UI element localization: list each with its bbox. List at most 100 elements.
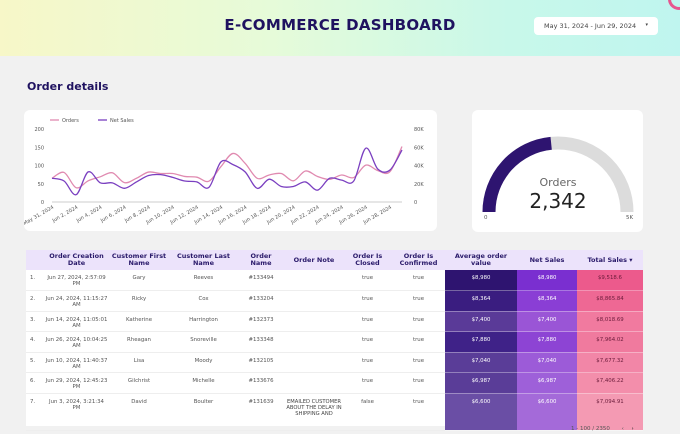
column-header[interactable]: Total Sales ▾ <box>577 250 643 270</box>
cell-idx: 4. <box>26 331 45 353</box>
cell-total: $7,677.32 <box>577 352 643 373</box>
cell-net: $8,980 <box>517 270 577 291</box>
cell-idx: 5. <box>26 352 45 373</box>
cell-closed: true <box>343 352 392 373</box>
cell-avg: $7,880 <box>445 331 517 353</box>
cell-date: Jun 24, 2024, 11:15:27 AM <box>45 290 108 312</box>
column-header: Order Is Confirmed <box>392 250 445 270</box>
table-row[interactable]: 5. Jun 10, 2024, 11:40:37 AM Lisa Moody #132… <box>26 352 643 373</box>
cell-confirmed: true <box>392 393 445 431</box>
cell-avg: $8,364 <box>445 290 517 312</box>
line-chart-card: 0 50 100 150 200 0 20K 40K 60K 80K May 31, 2024 Jun… <box>22 110 437 231</box>
cell-confirmed: true <box>392 352 445 373</box>
cell-last: Snoreville <box>170 331 237 353</box>
table-row[interactable]: 7. Jun 3, 2024, 3:21:34 PM David Boulter #13… <box>26 393 643 431</box>
gauge-max: 5K <box>626 215 633 221</box>
cell-net: $6,987 <box>517 372 577 394</box>
gauge-value: 2,342 <box>529 189 586 213</box>
cell-avg: $7,400 <box>445 311 517 332</box>
prev-page-button[interactable]: ‹ <box>622 426 624 432</box>
cell-net: $7,400 <box>517 311 577 332</box>
order-details-table: Order Creation Date Customer First Name Cu… <box>26 250 643 431</box>
cell-order: #132373 <box>237 311 285 332</box>
cell-closed: true <box>343 372 392 394</box>
table-header-row: Order Creation Date Customer First Name Cu… <box>26 250 643 270</box>
cell-avg: $7,040 <box>445 352 517 373</box>
x-tick-label: May 31, 2024 <box>24 205 55 227</box>
pagination-range: 1 - 100 / 2350 <box>571 426 610 432</box>
next-page-button[interactable]: › <box>632 426 634 432</box>
y-left-tick: 0 <box>41 200 44 206</box>
cell-net: $8,364 <box>517 290 577 312</box>
chevron-down-icon: ▾ <box>645 22 648 28</box>
column-header: Order Creation Date <box>45 250 108 270</box>
cell-closed: true <box>343 290 392 312</box>
cell-order: #133494 <box>237 270 285 291</box>
cell-last: Moody <box>170 352 237 373</box>
cell-idx: 2. <box>26 290 45 312</box>
cell-last: Reeves <box>170 270 237 291</box>
cell-note <box>285 352 343 373</box>
table-row[interactable]: 3. Jun 14, 2024, 11:05:01 AM Katherine Harr… <box>26 311 643 332</box>
cell-date: Jun 29, 2024, 12:45:23 PM <box>45 372 108 394</box>
table-row[interactable]: 1. Jun 27, 2024, 2:57:09 PM Gary Reeves #133… <box>26 270 643 291</box>
cell-net: $7,880 <box>517 331 577 353</box>
cell-closed: true <box>343 270 392 291</box>
header-banner: E-COMMERCE DASHBOARD May 31, 2024 - Jun … <box>0 0 680 56</box>
y-left-tick: 150 <box>34 145 44 151</box>
cell-first: David <box>108 393 170 431</box>
table-row[interactable]: 2. Jun 24, 2024, 11:15:27 AM Ricky Cox #1332… <box>26 290 643 312</box>
cell-total: $7,094.91 <box>577 393 643 431</box>
cell-order: #133204 <box>237 290 285 312</box>
cell-date: Jun 27, 2024, 2:57:09 PM <box>45 270 108 291</box>
cell-total: $8,018.69 <box>577 311 643 332</box>
cell-closed: false <box>343 393 392 431</box>
cell-confirmed: true <box>392 331 445 353</box>
cell-order: #133676 <box>237 372 285 394</box>
table-row[interactable]: 4. Jun 26, 2024, 10:04:25 AM Rheagan Snorev… <box>26 331 643 353</box>
cell-avg: $8,980 <box>445 270 517 291</box>
cell-note <box>285 290 343 312</box>
cell-confirmed: true <box>392 311 445 332</box>
column-header: Order Note <box>285 250 343 270</box>
table-row[interactable]: 6. Jun 29, 2024, 12:45:23 PM Gilchrist Mich… <box>26 372 643 394</box>
y-right-tick: 20K <box>414 182 424 188</box>
gauge-min: 0 <box>484 215 488 221</box>
column-header: Average order value <box>445 250 517 270</box>
column-header: Net Sales <box>517 250 577 270</box>
y-right-tick: 0 <box>414 200 417 206</box>
pagination: 1 - 100 / 2350 ‹ › <box>565 426 634 432</box>
cell-total: $8,865.84 <box>577 290 643 312</box>
x-tick-label: Jun 2, 2024 <box>51 205 80 225</box>
cell-closed: true <box>343 311 392 332</box>
y-left-tick: 100 <box>34 164 44 170</box>
column-header: Order Is Closed <box>343 250 392 270</box>
cell-idx: 1. <box>26 270 45 291</box>
y-right-tick: 80K <box>414 127 424 133</box>
date-range-picker[interactable]: May 31, 2024 - Jun 29, 2024 ▾ <box>534 17 658 35</box>
cell-total: $7,964.02 <box>577 331 643 353</box>
cell-confirmed: true <box>392 372 445 394</box>
y-left-tick: 200 <box>34 127 44 133</box>
orders-gauge: Orders 2,342 0 5K <box>482 136 634 221</box>
x-tick-label: Jun 4, 2024 <box>75 205 104 225</box>
cell-total: $9,518.6 <box>577 270 643 291</box>
column-header: Customer Last Name <box>170 250 237 270</box>
cell-first: Katherine <box>108 311 170 332</box>
cell-idx: 7. <box>26 393 45 431</box>
cell-first: Lisa <box>108 352 170 373</box>
cell-confirmed: true <box>392 290 445 312</box>
cell-date: Jun 26, 2024, 10:04:25 AM <box>45 331 108 353</box>
cell-total: $7,406.22 <box>577 372 643 394</box>
cell-first: Ricky <box>108 290 170 312</box>
cell-first: Gary <box>108 270 170 291</box>
cell-date: Jun 3, 2024, 3:21:34 PM <box>45 393 108 431</box>
cell-first: Rheagan <box>108 331 170 353</box>
cell-order: #133348 <box>237 331 285 353</box>
cell-confirmed: true <box>392 270 445 291</box>
y-left-tick: 50 <box>38 182 44 188</box>
cell-net: $7,040 <box>517 352 577 373</box>
decorative-circle <box>668 0 680 10</box>
cell-first: Gilchrist <box>108 372 170 394</box>
legend-label: Net Sales <box>110 118 134 124</box>
